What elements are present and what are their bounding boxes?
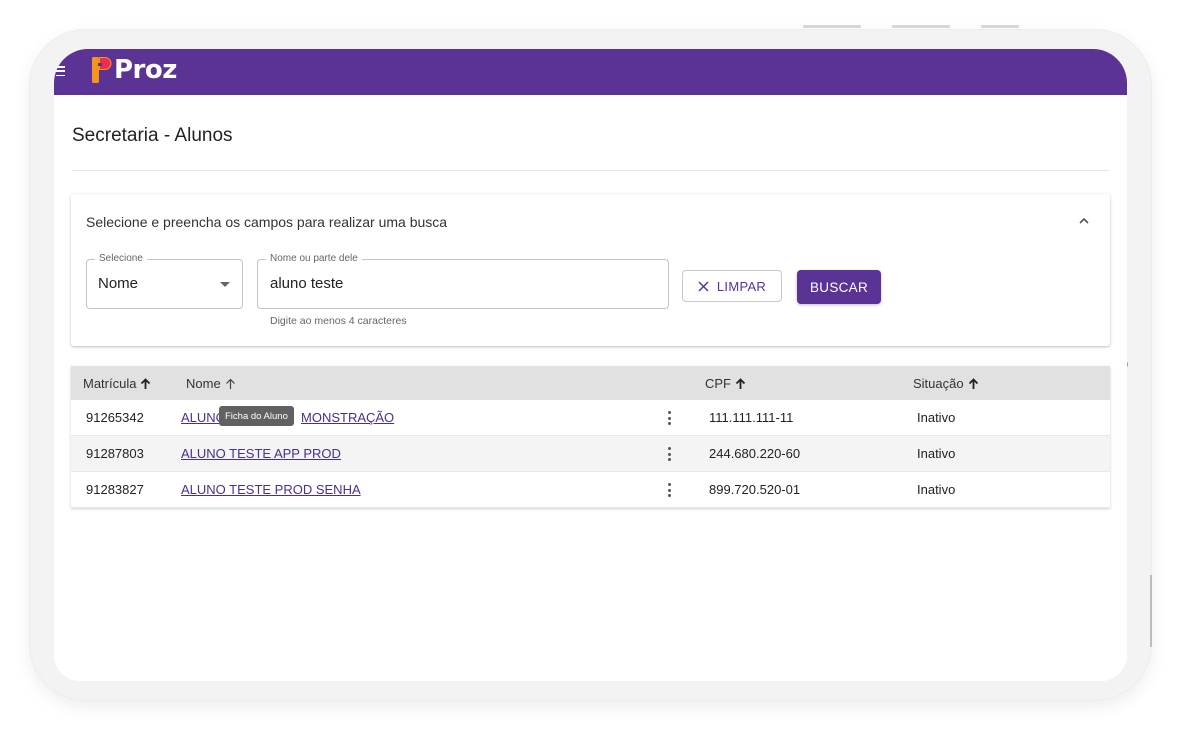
cell-cpf: 899.720.520-01 [709, 482, 801, 497]
side-scroll-line [1150, 575, 1152, 647]
proz-logo-icon [92, 57, 112, 83]
table-row: 91283827 ALUNO TESTE PROD SENHA 899.720.… [71, 472, 1110, 508]
search-button-label: BUSCAR [809, 279, 869, 295]
cell-situacao: Inativo [917, 410, 956, 425]
column-header-nome[interactable]: Nome [186, 376, 236, 391]
tooltip: Ficha do Aluno [219, 406, 294, 426]
students-table: Matrícula Nome CPF Situação 91265342 ALU… [71, 366, 1110, 508]
status-dash [803, 25, 861, 28]
cell-matricula: 91265342 [86, 410, 144, 425]
name-input-value: aluno teste [270, 275, 344, 292]
brand-name: Proz [114, 55, 177, 85]
more-vert-icon[interactable] [668, 483, 671, 497]
column-header-situacao[interactable]: Situação [913, 376, 979, 391]
divider [72, 170, 1109, 171]
arrow-up-icon [141, 377, 151, 389]
search-panel-heading: Selecione e preencha os campos para real… [86, 214, 448, 230]
column-header-label: Nome [186, 376, 221, 391]
student-name-link[interactable]: ALUNO TESTE APP PROD [181, 446, 341, 461]
select-value: Nome [98, 275, 139, 292]
name-input-label: Nome ou parte dele [266, 253, 362, 265]
close-icon [698, 280, 709, 292]
status-dash [981, 25, 1019, 28]
search-button[interactable]: BUSCAR [797, 270, 881, 304]
arrow-up-icon [968, 377, 978, 389]
clear-button-label: LIMPAR [716, 278, 767, 294]
cell-matricula: 91287803 [86, 446, 144, 461]
table-row: 91287803 ALUNO TESTE APP PROD 244.680.22… [71, 436, 1110, 472]
chevron-up-icon[interactable] [1078, 215, 1090, 227]
search-field-select[interactable]: Selecione Nome [86, 253, 243, 309]
menu-icon[interactable] [56, 66, 65, 76]
cell-matricula: 91283827 [86, 482, 144, 497]
dropdown-caret-icon [220, 282, 230, 287]
column-header-label: Situação [913, 376, 964, 391]
column-header-label: Matrícula [83, 376, 137, 391]
clear-button[interactable]: LIMPAR [682, 270, 782, 302]
more-vert-icon[interactable] [668, 411, 671, 425]
name-search-input[interactable]: Nome ou parte dele aluno teste [257, 253, 669, 309]
column-header-label: CPF [705, 376, 731, 391]
search-panel: Selecione e preencha os campos para real… [71, 194, 1110, 346]
name-input-helper: Digite ao menos 4 caracteres [270, 315, 407, 327]
table-header: Matrícula Nome CPF Situação [71, 366, 1110, 400]
student-name-link-end[interactable]: MONSTRAÇÃO [301, 410, 394, 425]
column-header-matricula[interactable]: Matrícula [83, 376, 151, 391]
more-vert-icon[interactable] [668, 447, 671, 461]
cell-situacao: Inativo [917, 446, 956, 461]
cell-cpf: 111.111.111-11 [709, 410, 794, 425]
main-content: Secretaria - Alunos Selecione e preencha… [54, 95, 1127, 681]
brand-logo[interactable]: Proz [90, 55, 177, 85]
cell-cpf: 244.680.220-60 [709, 446, 801, 461]
column-header-cpf[interactable]: CPF [705, 376, 746, 391]
arrow-up-icon [225, 378, 235, 389]
app-bar: Proz [54, 49, 1127, 95]
page-title: Secretaria - Alunos [72, 125, 233, 146]
status-dash [892, 25, 950, 28]
cell-situacao: Inativo [917, 482, 956, 497]
app-screen: Proz Secretaria - Alunos Selecione e pre… [54, 49, 1127, 681]
student-name-link[interactable]: ALUNO TESTE PROD SENHA [181, 482, 361, 497]
select-label: Selecione [95, 253, 147, 265]
arrow-up-icon [735, 377, 746, 389]
